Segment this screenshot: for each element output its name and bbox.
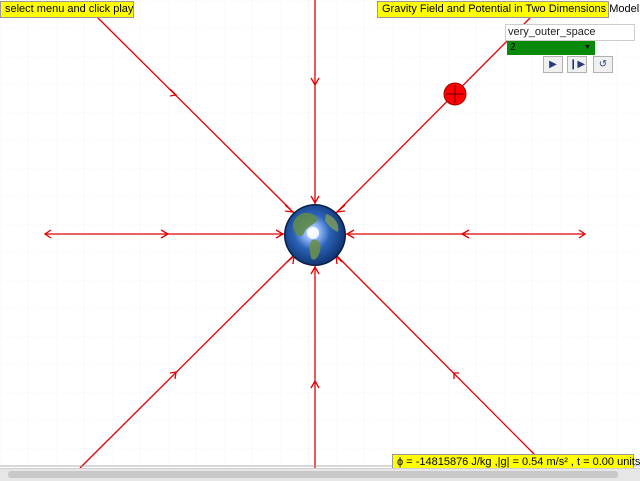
speed-dropdown-value: 2 [510,42,516,53]
speed-dropdown[interactable]: 2 ▼ [507,41,595,55]
play-icon: ▶ [549,59,557,70]
world-dropdown[interactable]: very_outer_space [505,24,635,41]
menu-hint-label: select menu and click play [0,1,134,18]
probe-mass[interactable] [443,82,467,106]
world-dropdown-value: very_outer_space [508,26,596,38]
model-title: Gravity Field and Potential in Two Dimen… [377,1,639,18]
horizontal-scrollbar[interactable] [0,468,640,481]
chevron-down-icon: ▼ [584,44,591,51]
step-button[interactable]: ❙▶ [567,56,587,73]
scrollbar-thumb[interactable] [8,471,618,478]
reset-icon: ↺ [598,59,608,70]
play-button[interactable]: ▶ [543,56,563,73]
reset-button[interactable]: ↺ [593,56,613,73]
earth-icon[interactable] [284,204,346,266]
step-forward-icon: ❙▶ [568,59,586,70]
